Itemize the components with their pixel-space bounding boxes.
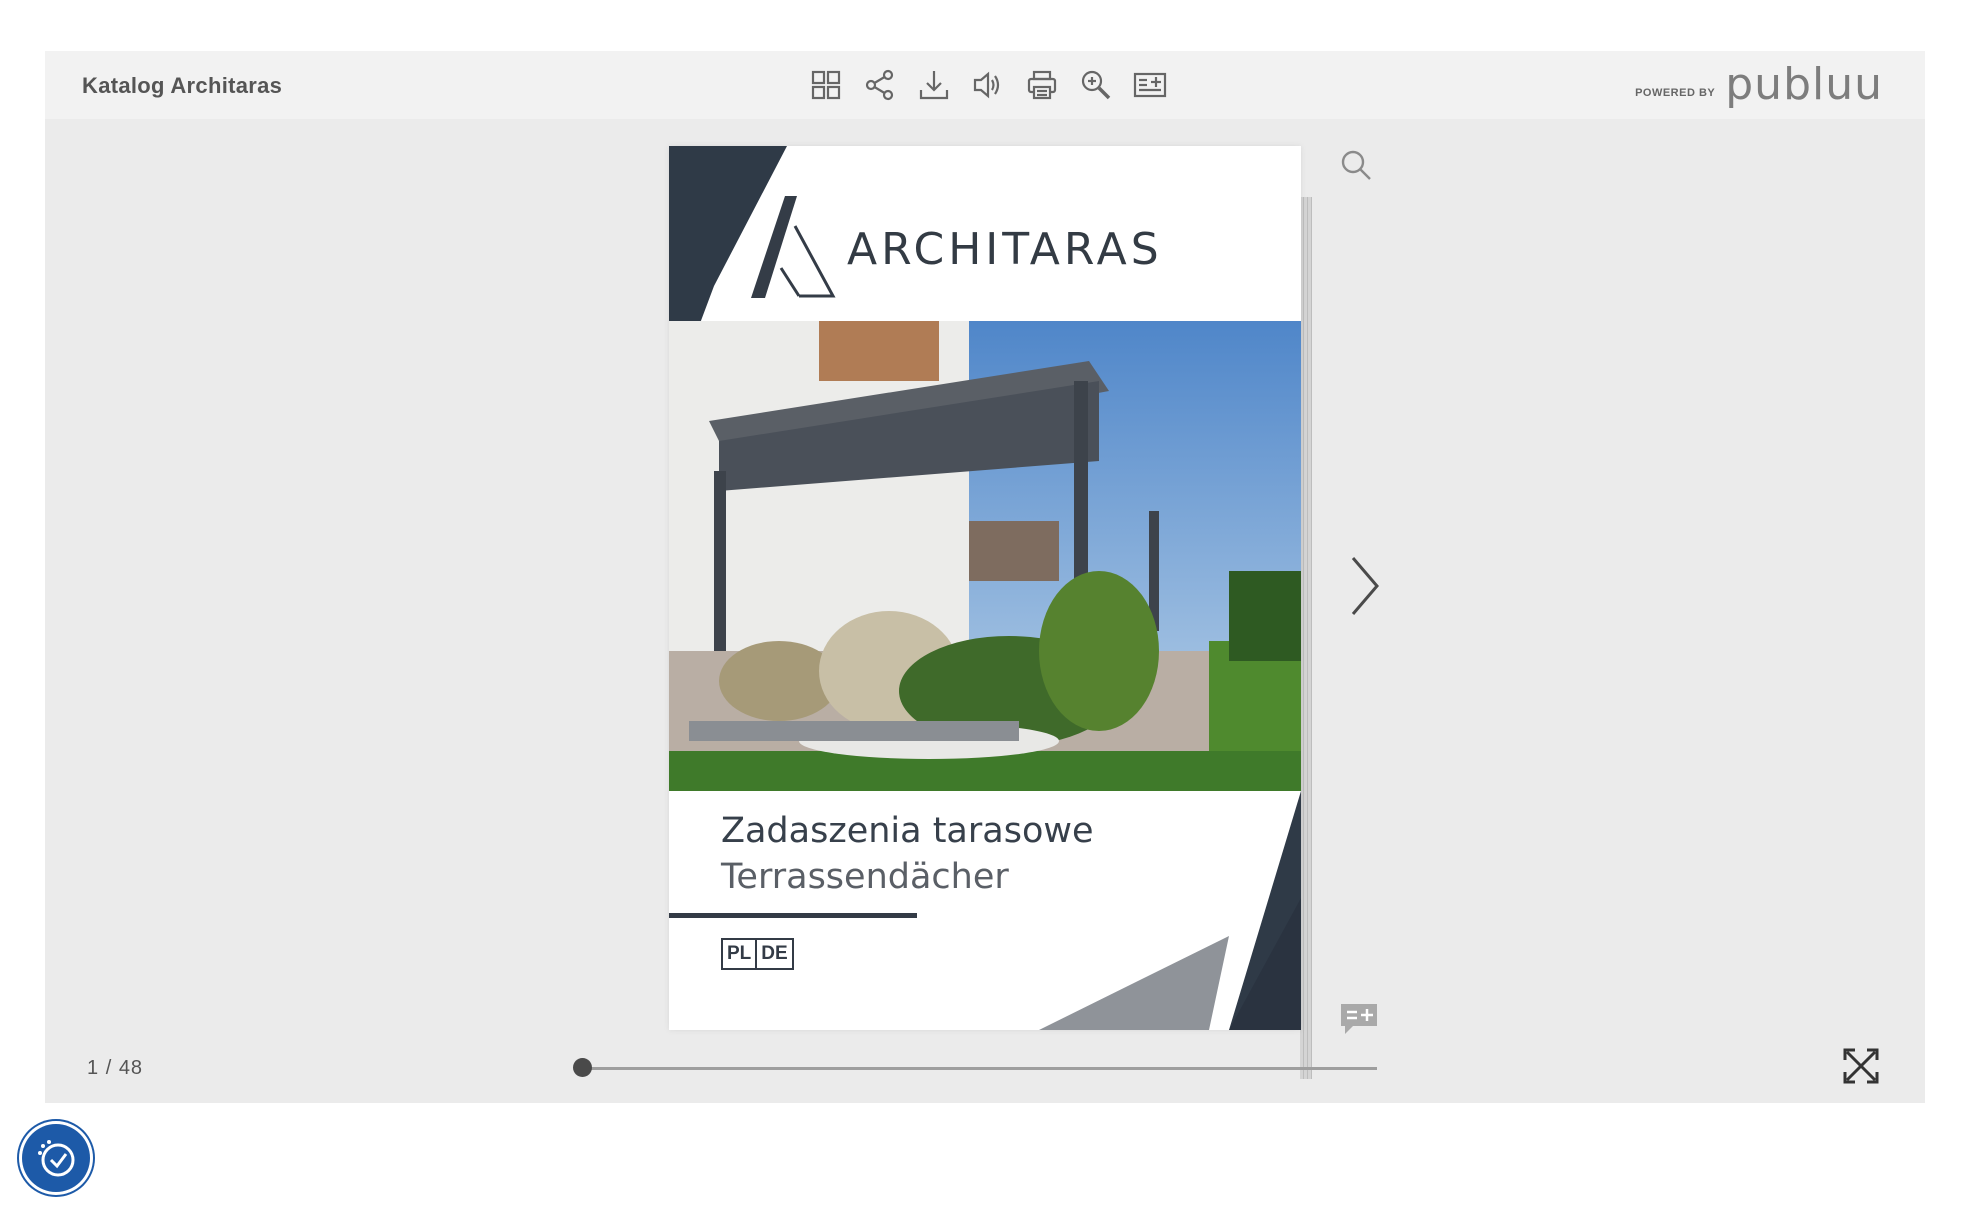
language-badge: PL DE bbox=[721, 938, 794, 970]
publuu-logo: publuu bbox=[1725, 59, 1883, 110]
share-icon bbox=[865, 69, 894, 101]
accessibility-icon bbox=[38, 1140, 75, 1177]
cover-title-polish: Zadaszenia tarasowe bbox=[721, 811, 1094, 851]
add-note-icon bbox=[1133, 72, 1167, 98]
accessibility-button[interactable] bbox=[22, 1124, 90, 1192]
thumbnails-icon bbox=[811, 70, 841, 100]
page-counter: 1 / 48 bbox=[87, 1057, 143, 1080]
search-icon[interactable] bbox=[1338, 147, 1374, 183]
page-edge-stack bbox=[1300, 197, 1312, 1079]
language-pl: PL bbox=[727, 943, 752, 964]
fullscreen-icon[interactable] bbox=[1841, 1046, 1881, 1086]
sound-button[interactable] bbox=[967, 64, 1009, 106]
architaras-logo-mark bbox=[751, 196, 836, 298]
thumbnails-button[interactable] bbox=[805, 64, 847, 106]
print-icon bbox=[1027, 70, 1057, 100]
sound-icon bbox=[973, 71, 1000, 99]
flipbook-viewer: Katalog Architaras POWERED BY publuu ARC… bbox=[45, 51, 1925, 1103]
catalog-cover-page[interactable]: ARCHITARAS Zadaszenia tarasowe Terrassen… bbox=[669, 146, 1301, 1030]
cover-underline bbox=[669, 913, 917, 918]
download-icon bbox=[919, 71, 949, 100]
current-page: 1 bbox=[87, 1057, 100, 1079]
cover-photo-terrace bbox=[669, 321, 1301, 791]
page-slider-track[interactable] bbox=[581, 1067, 1377, 1070]
zoom-in-icon bbox=[1081, 70, 1111, 100]
document-title: Katalog Architaras bbox=[82, 73, 283, 98]
language-de: DE bbox=[755, 940, 791, 968]
top-toolbar: Katalog Architaras POWERED BY publuu bbox=[45, 51, 1925, 119]
share-button[interactable] bbox=[859, 64, 901, 106]
powered-by-label: POWERED BY bbox=[1635, 87, 1716, 99]
publuu-branding[interactable]: POWERED BY publuu bbox=[1635, 63, 1883, 107]
cover-brand-name: ARCHITARAS bbox=[847, 224, 1163, 275]
print-button[interactable] bbox=[1021, 64, 1063, 106]
table-of-contents-button[interactable] bbox=[1129, 64, 1171, 106]
cover-title-german: Terrassendächer bbox=[721, 857, 1009, 897]
download-button[interactable] bbox=[913, 64, 955, 106]
toolbar-actions bbox=[805, 64, 1171, 106]
page-slider-handle[interactable] bbox=[573, 1058, 592, 1077]
next-page-arrow-icon[interactable] bbox=[1345, 554, 1383, 618]
total-pages: 48 bbox=[118, 1057, 144, 1079]
page-separator: / bbox=[105, 1057, 113, 1079]
zoom-button[interactable] bbox=[1075, 64, 1117, 106]
add-comment-icon[interactable] bbox=[1339, 1002, 1379, 1036]
